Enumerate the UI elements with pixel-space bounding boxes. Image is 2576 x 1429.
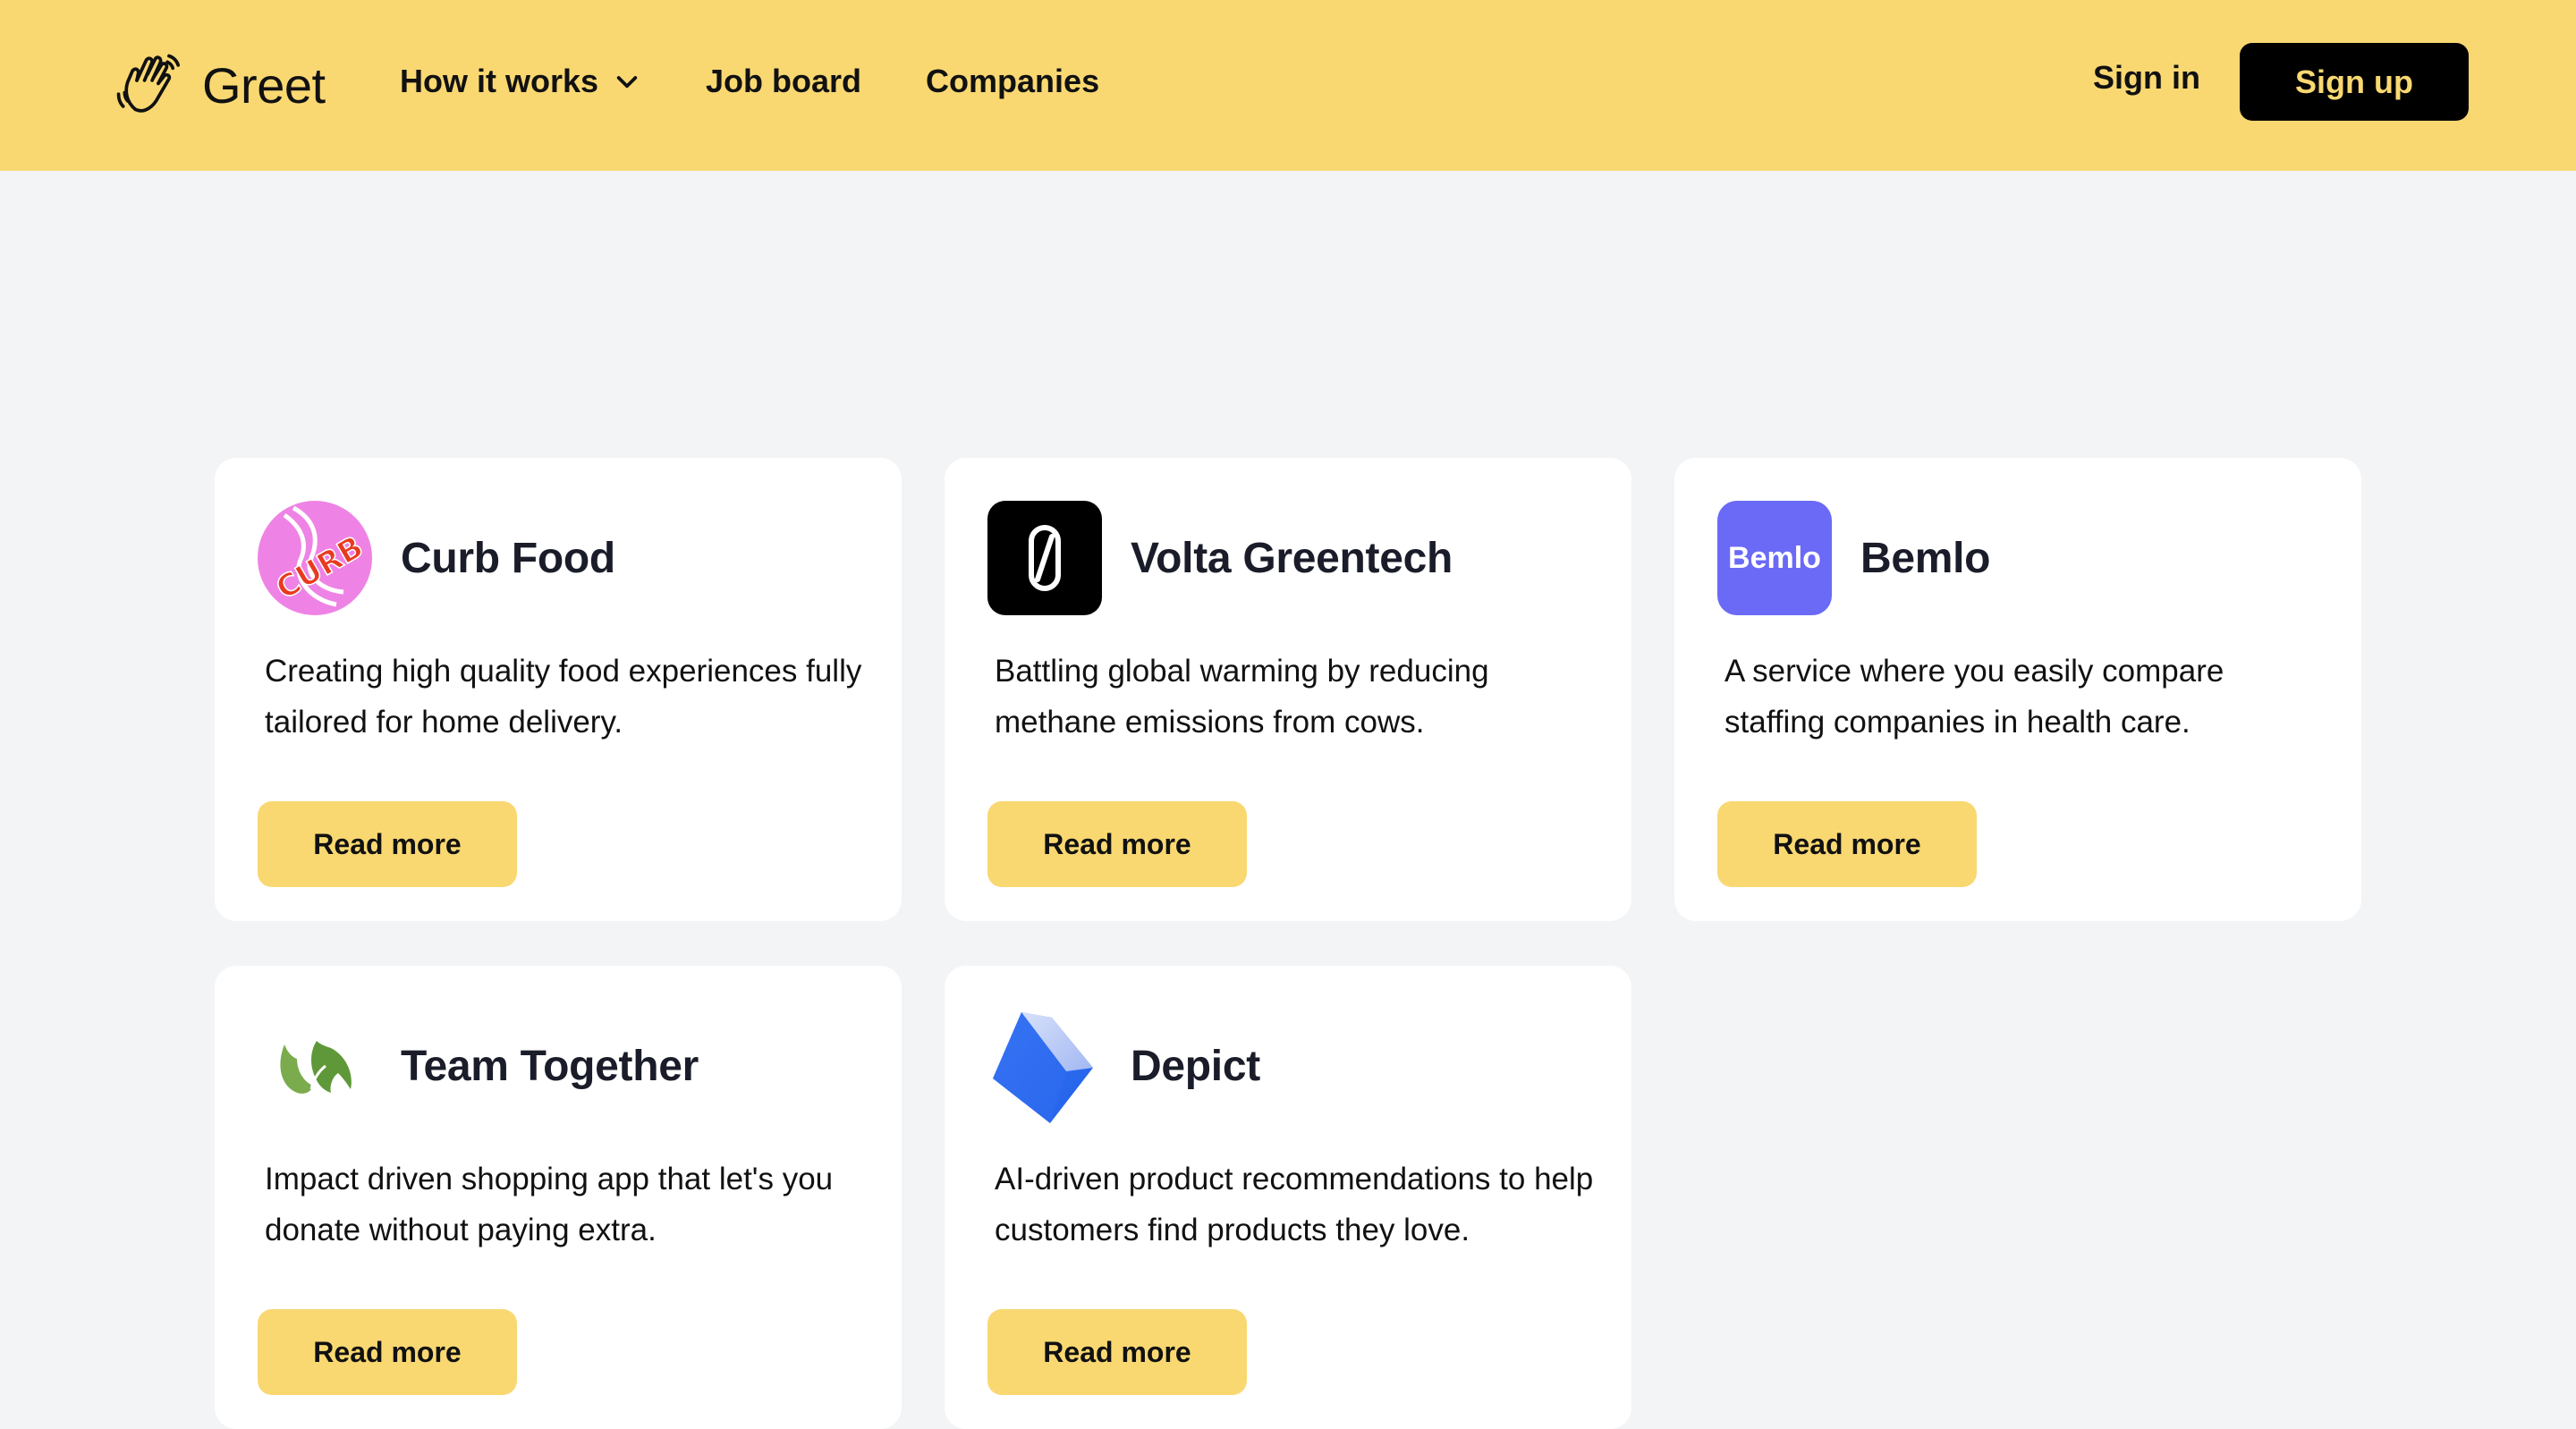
card-header: Team Together	[258, 1009, 859, 1123]
company-name: Curb Food	[401, 534, 615, 582]
company-name: Volta Greentech	[1131, 534, 1453, 582]
company-card-volta-greentech: Volta Greentech Battling global warming …	[945, 458, 1631, 921]
company-card-curb-food: CURB Curb Food Creating high quality foo…	[215, 458, 902, 921]
brand-name: Greet	[202, 56, 326, 114]
card-header: Depict	[987, 1009, 1589, 1123]
nav-how-it-works-label: How it works	[400, 63, 599, 99]
curb-food-logo: CURB	[258, 501, 372, 615]
company-name: Depict	[1131, 1042, 1260, 1090]
company-description: AI-driven product recommendations to hel…	[995, 1162, 1594, 1247]
main-nav: How it works Job board Companies	[400, 63, 1164, 100]
waving-hand-icon	[116, 54, 181, 113]
read-more-button[interactable]: Read more	[258, 1309, 517, 1395]
site-header: Greet How it works Job board Companies S…	[0, 0, 2576, 171]
read-more-button[interactable]: Read more	[987, 801, 1247, 887]
nav-how-it-works[interactable]: How it works	[400, 63, 641, 100]
brand-home-link[interactable]: Greet	[111, 48, 326, 122]
company-card-depict: Depict AI-driven product recommendations…	[945, 966, 1631, 1429]
svg-text:Bemlo: Bemlo	[1728, 541, 1821, 575]
company-description: A service where you easily compare staff…	[1724, 654, 2224, 740]
company-description: Creating high quality food experiences f…	[265, 654, 862, 740]
volta-greentech-logo	[987, 501, 1102, 615]
card-header: Volta Greentech	[987, 501, 1589, 615]
company-description: Impact driven shopping app that let's yo…	[265, 1162, 834, 1247]
read-more-button[interactable]: Read more	[987, 1309, 1247, 1395]
sign-up-button[interactable]: Sign up	[2240, 43, 2469, 121]
nav-job-board[interactable]: Job board	[706, 63, 861, 100]
company-card-team-together: Team Together Impact driven shopping app…	[215, 966, 902, 1429]
nav-companies[interactable]: Companies	[926, 63, 1099, 100]
company-name: Team Together	[401, 1042, 699, 1090]
bemlo-logo: Bemlo	[1717, 501, 1832, 615]
chevron-down-icon	[616, 76, 638, 89]
company-name: Bemlo	[1860, 534, 1991, 582]
read-more-button[interactable]: Read more	[1717, 801, 1977, 887]
company-description: Battling global warming by reducing meth…	[995, 654, 1489, 740]
team-together-logo	[258, 1009, 372, 1123]
card-header: CURB Curb Food	[258, 501, 859, 615]
company-card-bemlo: Bemlo Bemlo A service where you easily c…	[1674, 458, 2361, 921]
depict-logo	[987, 1009, 1102, 1123]
card-header: Bemlo Bemlo	[1717, 501, 2318, 615]
read-more-button[interactable]: Read more	[258, 801, 517, 887]
sign-in-link[interactable]: Sign in	[2093, 59, 2200, 97]
